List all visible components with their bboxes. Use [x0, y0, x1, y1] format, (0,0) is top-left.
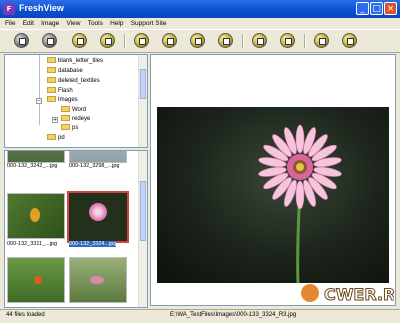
tree-item-label: blank_letter_tiles	[58, 58, 104, 64]
maximize-button[interactable]: □	[370, 2, 383, 15]
watermark-graphic: CWER.RU	[301, 284, 400, 305]
title-bar: F FreshView _ □ ×	[0, 0, 400, 18]
tree-item[interactable]: Flash	[47, 87, 73, 96]
folder-icon	[61, 115, 70, 122]
flower-shape	[34, 276, 42, 284]
thumbnail-image[interactable]	[69, 257, 127, 303]
thumbnail-pane[interactable]: 000-132_3242_...jpg 000-132_3298_...jpg …	[4, 150, 148, 308]
tree-item[interactable]: deleted_textiles	[47, 77, 100, 86]
menu-image[interactable]: Image	[41, 18, 59, 29]
minimize-button[interactable]: _	[356, 2, 369, 15]
tree-expand-toggle[interactable]: +	[52, 117, 58, 123]
print-button[interactable]	[314, 33, 329, 48]
window-title: FreshView	[19, 3, 64, 13]
thumbnail-image-selected[interactable]	[67, 191, 129, 243]
refresh-button[interactable]	[100, 33, 115, 48]
flower-shape	[89, 203, 107, 221]
menu-edit[interactable]: Edit	[23, 18, 34, 29]
folder-icon	[47, 134, 56, 141]
preview-image	[157, 107, 389, 283]
tree-line	[39, 55, 40, 125]
folder-tree[interactable]: blank_letter_tiles database deleted_text…	[4, 54, 148, 148]
menu-support-site[interactable]: Support Site	[131, 18, 167, 29]
folder-icon	[47, 57, 56, 64]
thumbnail-image[interactable]	[7, 151, 65, 163]
folder-icon	[61, 106, 70, 113]
zoom-out-button[interactable]	[190, 33, 205, 48]
butterfly-shape	[90, 276, 104, 284]
thumbnail-image[interactable]	[7, 193, 65, 239]
watermark-logo: CWER.RU	[296, 278, 400, 308]
zoom-in-button[interactable]	[162, 33, 177, 48]
thumbnail-image[interactable]	[69, 151, 127, 163]
status-file-count: 44 files loaded	[6, 312, 45, 318]
rotate-right-button[interactable]	[280, 33, 295, 48]
tree-collapse-toggle[interactable]: −	[36, 98, 42, 104]
tree-item[interactable]: redeye	[61, 115, 90, 124]
tree-item-label: deleted_textiles	[58, 78, 100, 84]
folder-icon	[47, 96, 56, 103]
back-button[interactable]	[14, 33, 29, 48]
tree-item[interactable]: pd	[47, 134, 65, 143]
watermark-text: CWER.RU	[324, 285, 394, 304]
tree-item-label: pd	[58, 135, 65, 141]
toolbar-separator	[304, 34, 306, 48]
thumbnail-image[interactable]	[7, 257, 65, 303]
thumbnail-label: 000-132_3298_...jpg	[69, 163, 120, 169]
folder-icon	[47, 87, 56, 94]
menu-tools[interactable]: Tools	[88, 18, 103, 29]
folder-icon	[47, 67, 56, 74]
tree-item-label: redeye	[72, 116, 91, 122]
tree-item-label: Images	[58, 97, 78, 103]
close-button[interactable]: ×	[384, 2, 397, 15]
tree-item[interactable]: Images	[47, 96, 78, 105]
thumbnail-label: 000-132_3242_...jpg	[7, 163, 58, 169]
tree-item[interactable]: ps	[61, 124, 78, 133]
menu-help[interactable]: Help	[110, 18, 123, 29]
settings-button[interactable]	[342, 33, 357, 48]
up-button[interactable]	[72, 33, 87, 48]
thumbnail-label-selected: 000-132_3324...jpg	[69, 241, 117, 247]
toolbar-separator	[242, 34, 244, 48]
folder-icon	[61, 124, 70, 131]
image-viewer[interactable]	[150, 54, 396, 306]
toolbar	[0, 29, 400, 53]
tree-item-label: ps	[72, 125, 79, 131]
tree-scrollbar[interactable]	[138, 55, 147, 147]
rotate-left-button[interactable]	[252, 33, 267, 48]
scrollbar-thumb[interactable]	[140, 69, 146, 99]
folder-icon	[47, 77, 56, 84]
scrollbar-thumb[interactable]	[140, 181, 146, 241]
tree-item-label: Flash	[58, 88, 73, 94]
toolbar-separator	[124, 34, 126, 48]
status-path: E:\WA_TestFiles\Images\000-133_3324_R3.j…	[170, 312, 297, 318]
thumbnail-scrollbar[interactable]	[138, 151, 147, 307]
tree-item[interactable]: blank_letter_tiles	[47, 57, 103, 66]
app-icon: F	[3, 3, 15, 15]
tree-item[interactable]: database	[47, 67, 83, 76]
bird-shape	[30, 208, 40, 222]
menu-file[interactable]: File	[5, 18, 15, 29]
tree-item[interactable]: Word	[61, 106, 86, 115]
menu-bar: File Edit Image View Tools Help Support …	[0, 18, 400, 29]
status-bar: 44 files loaded E:\WA_TestFiles\Images\0…	[0, 309, 400, 323]
flower-image	[258, 124, 342, 283]
forward-button[interactable]	[42, 33, 57, 48]
fit-button[interactable]	[218, 33, 233, 48]
tree-item-label: Word	[72, 107, 87, 113]
slideshow-button[interactable]	[134, 33, 149, 48]
menu-view[interactable]: View	[66, 18, 80, 29]
thumbnail-label: 000-132_3311_...jpg	[7, 241, 58, 247]
tree-item-label: database	[58, 68, 83, 74]
